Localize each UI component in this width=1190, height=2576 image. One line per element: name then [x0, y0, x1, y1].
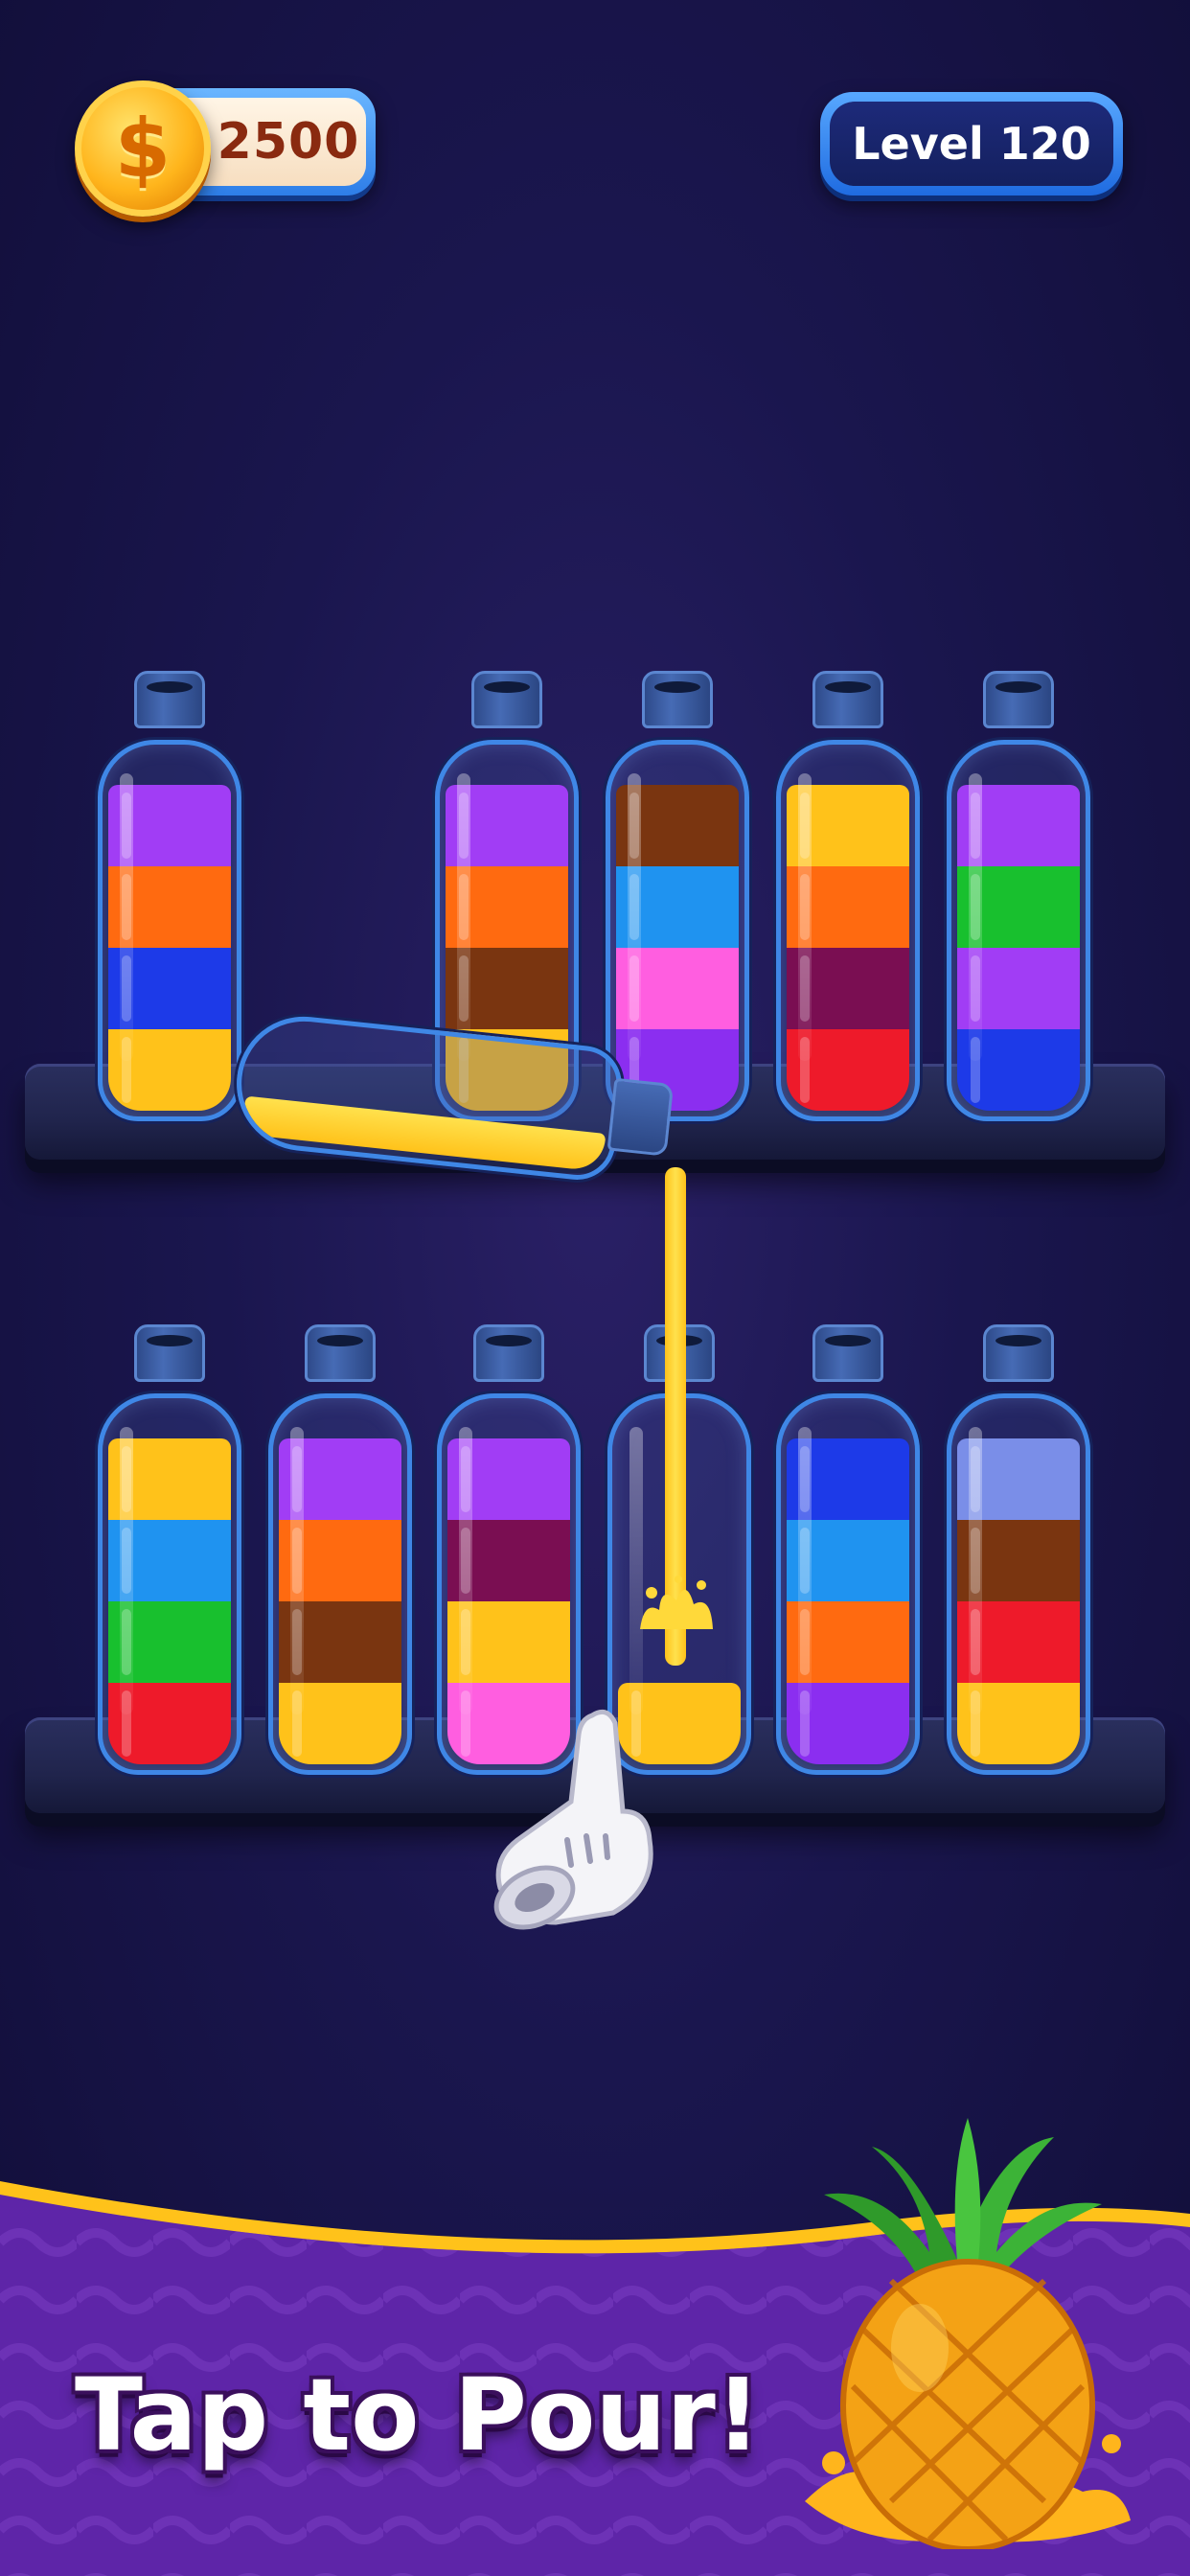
bottle-glass [98, 740, 241, 1121]
level-badge: Level 120 [820, 92, 1123, 196]
bottle-top-1[interactable] [98, 671, 241, 1121]
coin-count: 2500 [217, 113, 360, 171]
bottle-bottom-5[interactable] [776, 1324, 920, 1775]
bottle-neck [812, 1324, 883, 1382]
bottle-glass [776, 740, 920, 1121]
pouring-bottle-glass [230, 1009, 626, 1184]
pineapple-icon [805, 2118, 1131, 2549]
bottle-neck [983, 1324, 1054, 1382]
bottle-top-5[interactable] [947, 671, 1090, 1121]
bottle-glass [776, 1393, 920, 1775]
bottle-glass [98, 1393, 241, 1775]
splash-icon [640, 1576, 713, 1629]
bottle-bottom-6[interactable] [947, 1324, 1090, 1775]
bottle-glass [947, 1393, 1090, 1775]
bottle-neck [471, 671, 542, 728]
bottle-neck [305, 1324, 376, 1382]
pouring-bottle-neck [606, 1077, 675, 1157]
game-scene: 2500 $ Level 120 Tap to Pour! [0, 0, 1190, 2576]
level-label: Level 120 [830, 102, 1113, 186]
dollar-coin-icon: $ [75, 80, 211, 217]
bottle-neck [642, 671, 713, 728]
bottle-neck [812, 671, 883, 728]
pouring-bottle-liquid [241, 1095, 606, 1172]
bottle-bottom-1[interactable] [98, 1324, 241, 1775]
bottle-top-4[interactable] [776, 671, 920, 1121]
hand-pointer-icon [493, 1709, 653, 1930]
bottle-neck [134, 671, 205, 728]
bottle-glass [947, 740, 1090, 1121]
bottle-neck [983, 671, 1054, 728]
bottle-neck [473, 1324, 544, 1382]
bottle-glass [268, 1393, 412, 1775]
tap-to-pour-title: Tap to Pour! [75, 2357, 762, 2473]
bottle-bottom-2[interactable] [268, 1324, 412, 1775]
bottle-neck [134, 1324, 205, 1382]
